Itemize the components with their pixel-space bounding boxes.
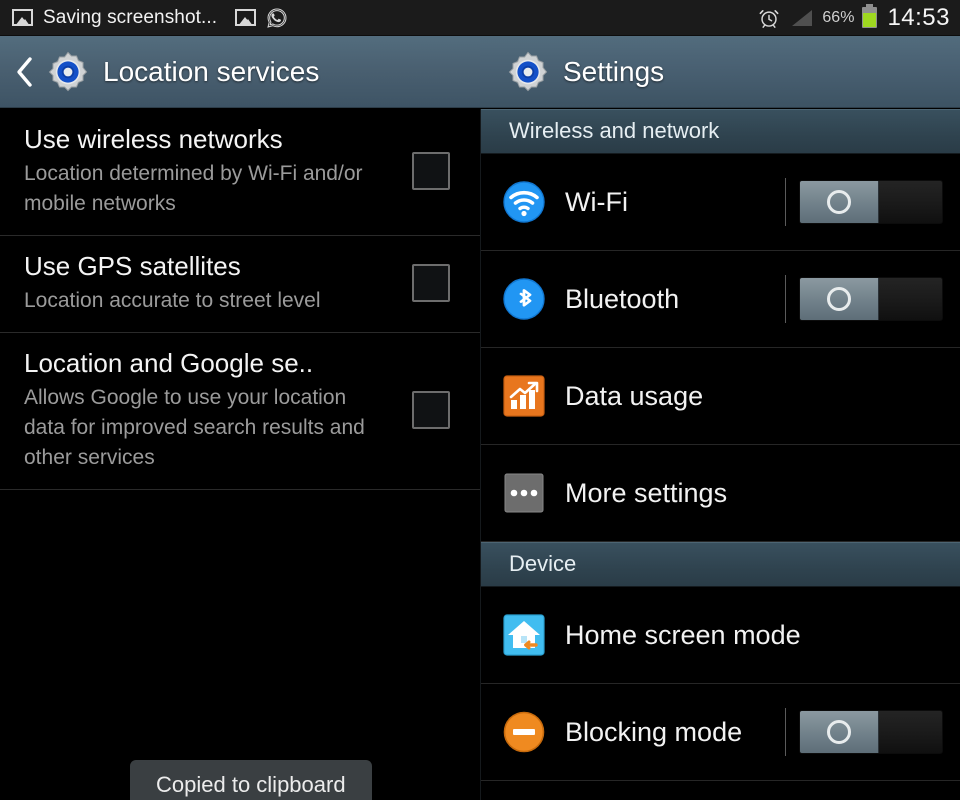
blocking-mode-toggle-area: [785, 684, 960, 780]
data-usage-icon: [503, 375, 545, 417]
pref-subtitle: Location determined by Wi-Fi and/or mobi…: [24, 162, 363, 215]
status-bar: Saving screenshot... 66% 14:53: [0, 0, 960, 36]
pref-text-group: Use wireless networks Location determine…: [24, 123, 412, 219]
settings-row-wifi[interactable]: Wi-Fi: [481, 154, 960, 251]
wifi-toggle-area: [785, 154, 960, 250]
pref-subtitle: Location accurate to street level: [24, 289, 321, 312]
pref-title: Use GPS satellites: [24, 251, 241, 281]
divider: [785, 708, 786, 756]
checkbox-location-and-google-search[interactable]: [412, 391, 450, 429]
toggle-track: [879, 278, 942, 320]
status-notification-text: Saving screenshot...: [43, 6, 218, 28]
toggle-knob: [800, 278, 879, 320]
pref-text-group: Location and Google se.. Allows Google t…: [24, 347, 412, 473]
back-button[interactable]: [8, 55, 40, 89]
pref-title: Location and Google se..: [24, 348, 314, 378]
page-title: Location services: [103, 55, 320, 87]
settings-row-label: Wi-Fi: [565, 186, 628, 217]
whatsapp-icon: [267, 8, 287, 28]
wifi-toggle[interactable]: [799, 180, 943, 224]
toast-message: Copied to clipboard: [130, 760, 372, 800]
pref-text-group: Use GPS satellites Location accurate to …: [24, 250, 412, 316]
blocking-mode-toggle[interactable]: [799, 710, 943, 754]
settings-row-bluetooth[interactable]: Bluetooth: [481, 251, 960, 348]
home-screen-icon: [503, 614, 545, 656]
status-clock: 14:53: [887, 3, 950, 31]
settings-row-label: Data usage: [565, 380, 704, 411]
settings-row-data-usage[interactable]: Data usage: [481, 348, 960, 445]
divider: [785, 178, 786, 226]
battery-percent-label: 66%: [822, 8, 855, 26]
toggle-track: [879, 711, 942, 753]
signal-bars-icon: [792, 9, 813, 26]
settings-gear-icon: [506, 50, 550, 94]
bluetooth-toggle[interactable]: [799, 277, 943, 321]
toggle-track: [879, 181, 942, 223]
battery-icon: [862, 4, 878, 28]
settings-title: Settings: [563, 55, 665, 87]
pref-location-and-google-search[interactable]: Location and Google se.. Allows Google t…: [0, 333, 480, 490]
location-services-panel: Use wireless networks Location determine…: [0, 109, 480, 800]
toggle-knob: [800, 181, 879, 223]
status-bar-notification-icons: [217, 7, 758, 29]
settings-row-label: Bluetooth: [565, 283, 680, 314]
section-header-device: Device: [481, 542, 960, 587]
android-screen: Saving screenshot... 66% 14:53 Location …: [0, 0, 960, 800]
settings-row-more-settings[interactable]: More settings: [481, 445, 960, 542]
pref-title: Use wireless networks: [24, 124, 283, 154]
settings-row-blocking-mode[interactable]: Blocking mode: [481, 684, 960, 781]
chevron-left-icon: [17, 56, 32, 87]
settings-row-label: Blocking mode: [565, 716, 743, 747]
settings-panel: Wireless and network Wi-Fi Bluetooth Dat…: [480, 109, 960, 800]
pref-subtitle: Allows Google to use your location data …: [24, 386, 365, 469]
settings-gear-icon: [46, 50, 90, 94]
status-bar-system-icons: 66% 14:53: [758, 4, 960, 32]
settings-row-home-screen-mode[interactable]: Home screen mode: [481, 587, 960, 684]
settings-title-bar: Settings: [480, 36, 960, 108]
alarm-clock-icon: [759, 9, 779, 28]
status-bar-notification: Saving screenshot...: [0, 7, 217, 29]
bluetooth-toggle-area: [785, 251, 960, 347]
location-services-title-bar: Location services: [0, 36, 480, 108]
pref-use-wireless-networks[interactable]: Use wireless networks Location determine…: [0, 109, 480, 236]
gallery-icon: [12, 9, 33, 26]
gallery-icon: [235, 9, 257, 26]
toggle-knob: [800, 711, 879, 753]
wifi-icon: [503, 181, 545, 223]
settings-row-label: Home screen mode: [565, 619, 801, 650]
section-header-wireless-and-network: Wireless and network: [481, 109, 960, 154]
settings-row-label: More settings: [565, 477, 728, 508]
checkbox-use-wireless-networks[interactable]: [412, 152, 450, 190]
pref-use-gps-satellites[interactable]: Use GPS satellites Location accurate to …: [0, 236, 480, 333]
more-settings-icon: [503, 472, 545, 514]
checkbox-use-gps-satellites[interactable]: [412, 264, 450, 302]
divider: [785, 275, 786, 323]
bluetooth-icon: [503, 278, 545, 320]
blocking-mode-icon: [503, 711, 545, 753]
